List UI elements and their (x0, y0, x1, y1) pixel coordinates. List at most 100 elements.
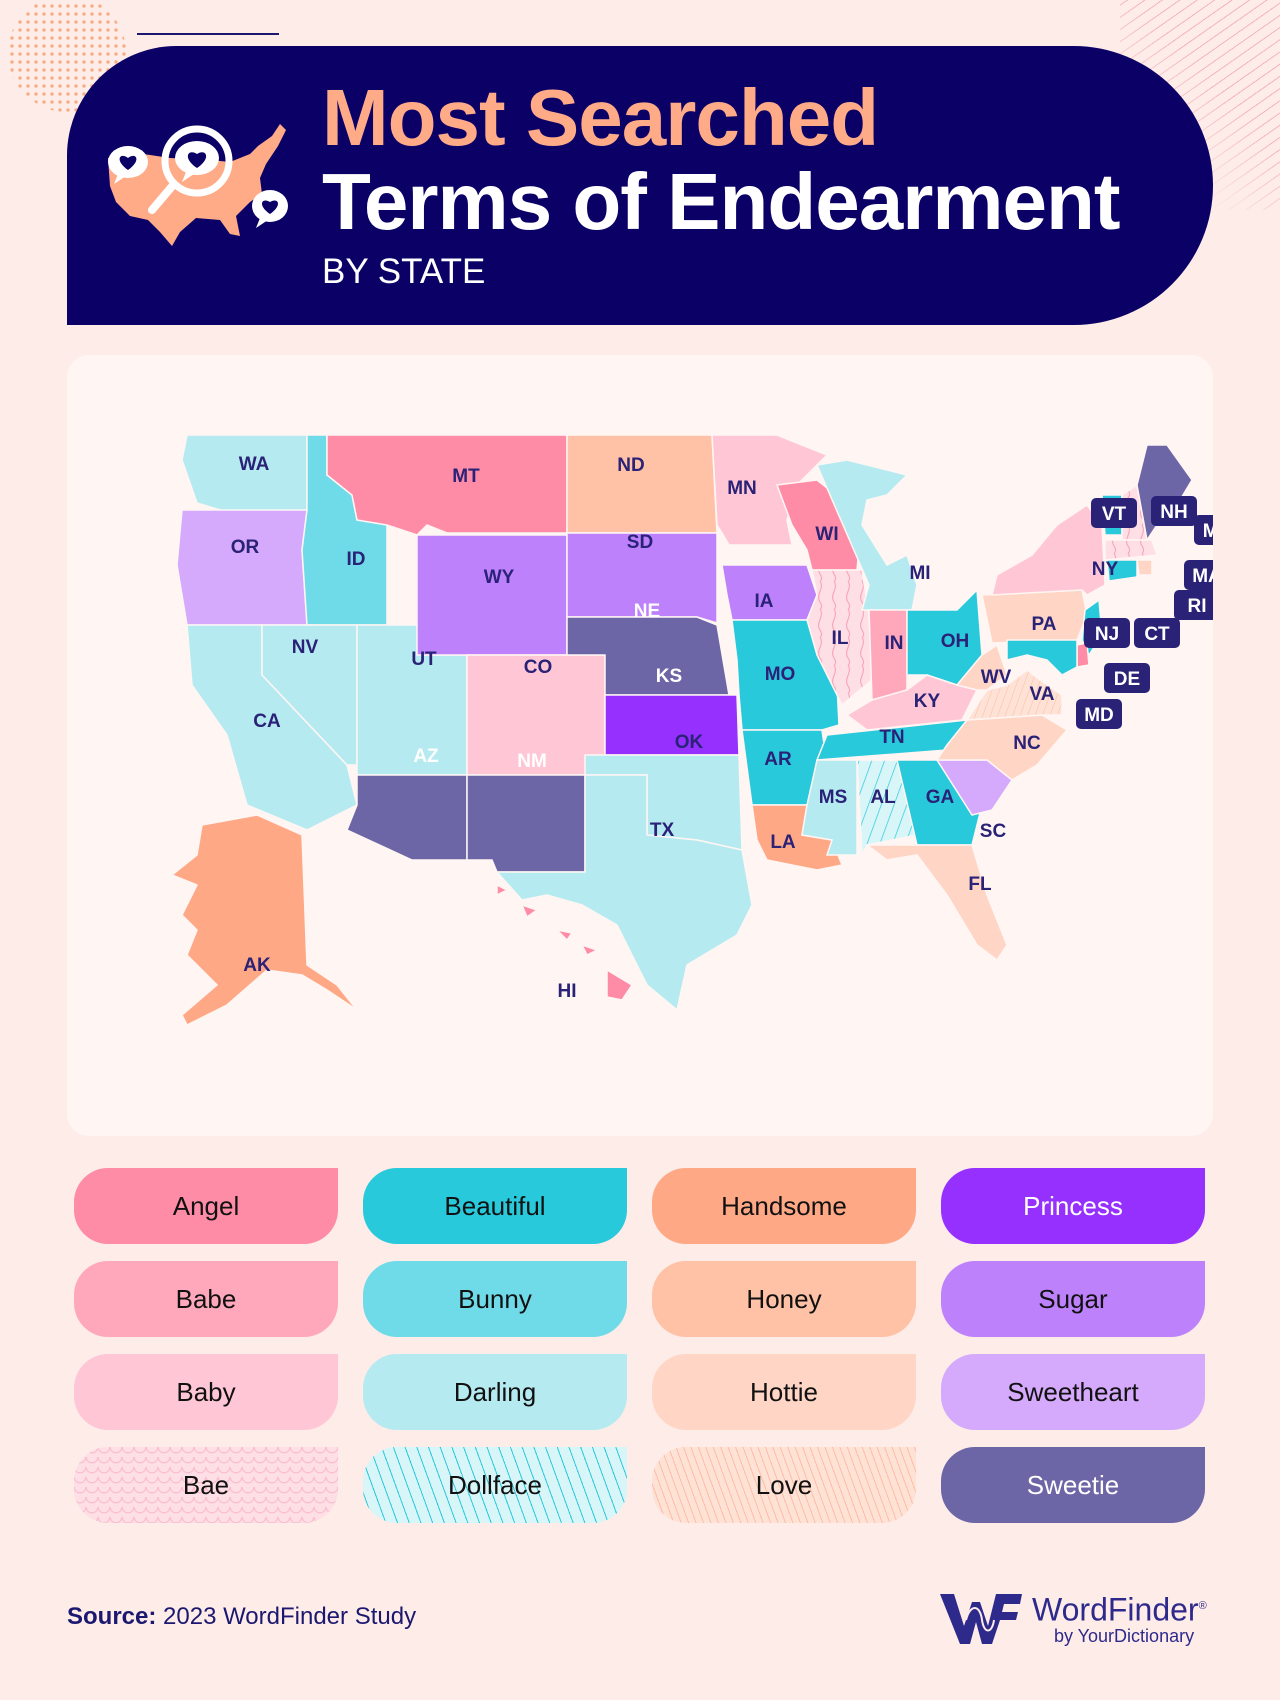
state-label-co: CO (524, 657, 553, 678)
state-label-ia: IA (755, 591, 774, 612)
legend-item-beautiful[interactable]: Beautiful (363, 1168, 627, 1244)
legend-label: Darling (453, 1376, 537, 1407)
legend-item-hottie[interactable]: Hottie (652, 1354, 916, 1430)
legend-label: Sweetie (1026, 1469, 1120, 1500)
legend-label: Babe (175, 1283, 237, 1314)
legend-item-sweetheart[interactable]: Sweetheart (941, 1354, 1205, 1430)
legend-item-love[interactable]: Love (652, 1447, 916, 1523)
state-callout-vt: VT (1091, 498, 1137, 528)
state-label-al: AL (870, 787, 896, 808)
us-map-card: WA OR CA ID NV UT AZ MT WY CO NM ND SD NE KS OK TX MN IA MO… (67, 355, 1213, 1136)
state-callout-de: DE (1104, 663, 1150, 693)
state-az[interactable] (346, 774, 468, 861)
brand-name: WordFinder® (1032, 1591, 1207, 1628)
state-label-sc: SC (980, 821, 1007, 842)
state-label-ms: MS (819, 787, 848, 808)
legend-item-angel[interactable]: Angel (74, 1168, 338, 1244)
state-callout-ri: RI (1174, 590, 1213, 620)
state-label-tx: TX (650, 820, 675, 841)
us-map-search-icon (108, 124, 288, 246)
state-ri[interactable] (1136, 559, 1153, 576)
state-callout-ma: MA (1184, 560, 1213, 590)
state-ks[interactable] (604, 694, 740, 756)
legend-item-honey[interactable]: Honey (652, 1261, 916, 1337)
state-callout-me: ME (1194, 515, 1213, 545)
state-mt[interactable] (326, 434, 568, 536)
state-label-mi: MI (909, 563, 930, 584)
state-label-mt: MT (452, 466, 480, 487)
state-callout-nj: NJ (1084, 618, 1130, 648)
state-label-ny: NY (1092, 559, 1119, 580)
state-callout-md: MD (1076, 699, 1122, 729)
legend-label: Sweetheart (1007, 1376, 1139, 1407)
state-label-il: IL (832, 628, 849, 649)
state-label-ky: KY (914, 691, 941, 712)
legend-item-bunny[interactable]: Bunny (363, 1261, 627, 1337)
legend-item-babe[interactable]: Babe (74, 1261, 338, 1337)
legend-label: Hottie (750, 1376, 818, 1407)
title-line-2: Terms of Endearment (322, 157, 1120, 246)
state-in[interactable] (868, 609, 908, 701)
state-label-ak: AK (243, 955, 271, 976)
state-label-nd: ND (617, 455, 644, 476)
source-note: Source: 2023 WordFinder Study (67, 1603, 416, 1631)
state-nd[interactable] (566, 434, 718, 534)
state-label: VT (1102, 504, 1127, 525)
state-label: MA (1192, 566, 1213, 587)
state-label-ga: GA (926, 787, 955, 808)
legend-label: Baby (176, 1376, 236, 1407)
state-label-nc: NC (1013, 733, 1041, 754)
wordfinder-logo[interactable]: WordFinder® by YourDictionary (940, 1590, 1207, 1647)
state-label-oh: OH (941, 631, 970, 652)
state-wy[interactable] (416, 534, 568, 656)
state-callout-ct: CT (1134, 618, 1180, 648)
state-wa[interactable] (181, 434, 308, 516)
state-label-pa: PA (1032, 614, 1057, 635)
state-or[interactable] (176, 509, 308, 626)
legend-label: Honey (746, 1283, 822, 1314)
legend-item-dollface[interactable]: Dollface (363, 1447, 627, 1523)
state-label-tn: TN (879, 727, 904, 748)
state-nm[interactable] (466, 774, 586, 873)
state-label-wa: WA (239, 454, 270, 475)
state-label-sd: SD (627, 532, 653, 553)
state-label-va: VA (1030, 684, 1055, 705)
state-ma[interactable] (1104, 539, 1159, 561)
subtitle: BY STATE (322, 252, 486, 291)
state-label-or: OR (231, 537, 260, 558)
state-label: NH (1160, 502, 1187, 523)
state-label-az: AZ (413, 746, 439, 767)
wordfinder-wf-icon (940, 1594, 1022, 1645)
state-ak[interactable] (170, 814, 358, 1027)
state-label-nv: NV (292, 637, 319, 658)
state-label-ne: NE (634, 601, 660, 622)
legend-item-darling[interactable]: Darling (363, 1354, 627, 1430)
state-label: RI (1188, 596, 1207, 617)
state-label-ca: CA (253, 711, 281, 732)
state-ny[interactable] (991, 503, 1106, 596)
legend-item-handsome[interactable]: Handsome (652, 1168, 916, 1244)
legend: Angel Beautiful Handsome Princess Babe Bunny H… (74, 1168, 1206, 1523)
legend-item-sweetie[interactable]: Sweetie (941, 1447, 1205, 1523)
legend-label: Love (755, 1469, 813, 1500)
state-label-nm: NM (517, 751, 547, 772)
state-fl[interactable] (864, 844, 1008, 962)
us-choropleth-map: WA OR CA ID NV UT AZ MT WY CO NM ND SD NE KS OK TX MN IA MO… (170, 434, 1213, 1027)
legend-label: Princess (1023, 1190, 1123, 1221)
state-label-ar: AR (764, 749, 792, 770)
state-label-ok: OK (675, 732, 704, 753)
legend-item-princess[interactable]: Princess (941, 1168, 1205, 1244)
state-label-ut: UT (411, 649, 437, 670)
legend-label: Bae (182, 1469, 230, 1500)
legend-item-baby[interactable]: Baby (74, 1354, 338, 1430)
source-label: Source: (67, 1603, 157, 1630)
state-md[interactable] (1006, 639, 1078, 676)
legend-item-sugar[interactable]: Sugar (941, 1261, 1205, 1337)
legend-item-bae[interactable]: Bae (74, 1447, 338, 1523)
state-label-wy: WY (484, 567, 515, 588)
state-label-mn: MN (727, 478, 757, 499)
legend-label: Sugar (1038, 1283, 1108, 1314)
state-label-in: IN (885, 633, 904, 654)
decorative-line (137, 33, 279, 35)
state-label: ME (1203, 521, 1213, 542)
